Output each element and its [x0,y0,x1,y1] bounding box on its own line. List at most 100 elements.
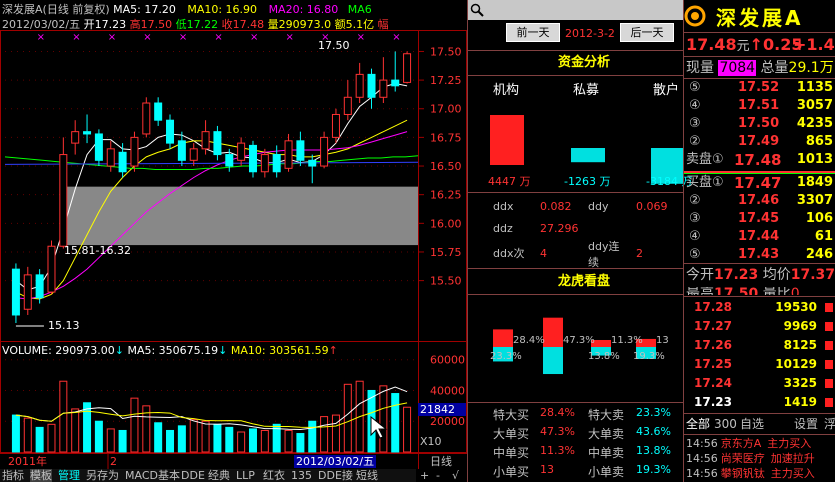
vol-unit-label: X10 [420,435,442,448]
candle-body [106,148,115,167]
bid-row[interactable]: ② 17.46 3307 [686,193,835,209]
news-row[interactable]: 14:56 尚荣医疗 加速拉升 [686,452,835,466]
ask-volume: 1135 [796,80,833,95]
price-tick-label: 16.25 [430,189,462,202]
mouse-cursor-icon [370,416,388,439]
candle-body [343,96,352,115]
vol-ma5-readout: MA5: 350675.19 [127,344,219,357]
candle-body [296,140,305,161]
ddx-times-label: ddx次 [493,247,525,260]
news-time: 14:56 [686,437,718,450]
bottom-tab-5[interactable]: DDE [181,469,205,482]
volume-bar [106,428,115,453]
institution-value: 4447 万 [488,175,531,188]
marker-glyph: × [143,32,151,43]
bid-row[interactable]: 买盘① 17.47 1849 [686,175,835,191]
bottom-tab-0[interactable]: 指标 [2,469,24,482]
bid-row[interactable]: ③ 17.45 106 [686,211,835,227]
bid-level: ⑤ [689,247,701,262]
news-row[interactable]: 14:56 京东方A 主力买入 [686,437,835,451]
bottom-tab-3[interactable]: 另存为 [86,469,119,482]
dragon-row: 特大买 28.4% 特大卖 23.3% [468,406,684,424]
ask-row[interactable]: ② 17.49 865 [686,134,835,150]
bottom-control-1[interactable]: - [436,469,440,482]
ask-row[interactable]: 卖盘① 17.48 1013 [686,152,835,168]
year-label: 2011年 [8,455,47,468]
volume-bar [213,423,222,453]
trade-row[interactable]: 17.26 8125 [686,337,835,353]
quote-tab-4[interactable]: 浮 [824,417,835,431]
bar-amount: 额5.1亿 [334,18,375,31]
bottom-tab-4[interactable]: MACD基本 [125,469,180,482]
bid-row[interactable]: ④ 17.44 61 [686,229,835,245]
trade-row[interactable]: 17.23 1419 [686,394,835,410]
trade-row[interactable]: 17.25 10129 [686,356,835,372]
candle-body [213,131,222,156]
dragon-bars: 28.4% 47.3% 11.3% 13 23.3% 13.8% 19.3% [490,317,669,375]
ask-row[interactable]: ③ 17.50 4235 [686,116,835,132]
kline-chart[interactable]: 17.50 17.25 17.00 16.75 16.50 16.25 16.00 15.75… [0,0,467,469]
quote-tab-1[interactable]: 300 [714,417,737,431]
capital-bars [490,115,684,184]
bar-low: 低17.22 [175,18,219,31]
bottom-tab-1[interactable]: 模板 [30,469,52,482]
cursor-date-label: 2012/03/02/五 [294,455,377,468]
trade-row[interactable]: 17.28 19530 [686,299,835,315]
candle-body [248,144,257,173]
ask-level: 卖盘① [686,152,724,167]
bottom-tab-7[interactable]: LLP [236,469,255,482]
bid-volume: 3307 [796,193,833,208]
quote-tab-3[interactable]: 设置 [794,417,818,431]
candle-body [94,133,103,161]
capital-bar [571,148,605,163]
trade-price: 17.25 [694,357,732,371]
quote-tab-2[interactable]: 自选 [740,417,764,431]
news-action: 主力买入 [767,437,812,450]
trade-volume: 1419 [783,395,817,409]
bottom-tab-9[interactable]: 135 [291,469,312,482]
marker-glyph: × [37,32,45,43]
capital-panel: 前一天 2012-3-2 后一天 资金分析 机构 私募 散户 4447 万 -1… [467,0,692,482]
bottom-tab-6[interactable]: 经典 [208,469,230,482]
month-label: 2 [110,455,117,468]
bottom-tab-2[interactable]: 管理 [58,469,80,482]
trade-row[interactable]: 17.24 3325 [686,375,835,391]
quote-tab-0[interactable]: 全部 [686,417,710,431]
dragon-sell-value: 19.3% [636,463,671,476]
bottom-control-2[interactable]: √ [452,469,459,482]
candle-body [331,113,340,138]
news-row[interactable]: 14:56 攀钢钒钛 主力买入 [686,467,835,481]
price-tick-label: 15.75 [430,246,462,259]
volume-bar [308,420,317,453]
bid-row[interactable]: ⑤ 17.43 246 [686,247,835,263]
trade-row[interactable]: 17.27 9969 [686,318,835,334]
vol-cursor-value: 21842 [418,403,466,416]
ask-row[interactable]: ④ 17.51 3057 [686,98,835,114]
bid-volume: 1849 [796,175,833,190]
volume-bar [189,419,198,453]
candle-body [272,154,281,173]
volume-bar [391,393,400,453]
candle-body [260,154,269,173]
bar-date: 2012/03/02/五 [2,18,81,31]
period-button[interactable]: 日线 [430,456,452,467]
bottom-control-0[interactable]: + [420,469,429,482]
bid-level: ② [689,193,701,208]
ask-level: ③ [689,116,701,131]
bottom-tab-10[interactable]: DDE接 [318,469,353,482]
bottom-tab-8[interactable]: 红衣 [263,469,285,482]
bid-price: 17.44 [738,229,780,244]
candle-body [237,142,246,161]
kline-panel[interactable]: 17.50 17.25 17.00 16.75 16.50 16.25 16.00 15.75… [0,0,467,469]
bid-level: ④ [689,229,701,244]
indicator-tab-bar: 指标 模板 管理 另存为 MACD基本 DDE 经典 LLP 红衣 135 DDE接 短线 + - √ [0,469,459,482]
trade-volume: 9969 [783,319,817,333]
bottom-tab-11[interactable]: 短线 [356,469,378,482]
news-action: 主力买入 [770,467,815,480]
ask-row[interactable]: ⑤ 17.52 1135 [686,80,835,96]
dragon-sell-label: 大单卖 [588,427,625,441]
marker-glyph: × [214,32,222,43]
price-tick-label: 15.50 [430,275,462,288]
ask-volume: 865 [805,134,833,149]
price-tick-label: 17.50 [430,45,462,58]
